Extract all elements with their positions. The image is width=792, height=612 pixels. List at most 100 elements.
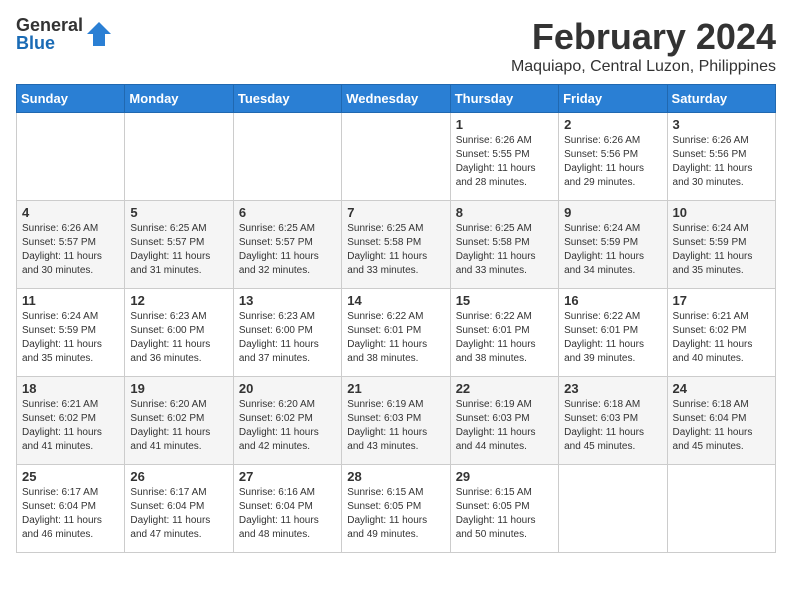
day-number: 8 — [456, 205, 553, 220]
day-info: Sunrise: 6:24 AM Sunset: 5:59 PM Dayligh… — [22, 310, 119, 366]
calendar-cell — [667, 465, 775, 553]
day-info: Sunrise: 6:17 AM Sunset: 6:04 PM Dayligh… — [22, 486, 119, 542]
day-info: Sunrise: 6:18 AM Sunset: 6:04 PM Dayligh… — [673, 398, 770, 454]
calendar-cell: 17Sunrise: 6:21 AM Sunset: 6:02 PM Dayli… — [667, 289, 775, 377]
day-number: 18 — [22, 381, 119, 396]
day-info: Sunrise: 6:26 AM Sunset: 5:56 PM Dayligh… — [564, 134, 661, 190]
calendar-cell: 18 Sunrise: 6:21 AM Sunset: 6:02 PM Dayli… — [17, 377, 125, 465]
calendar-cell — [342, 113, 450, 201]
calendar-cell: 14 Sunrise: 6:22 AM Sunset: 6:01 PM Dayli… — [342, 289, 450, 377]
day-number: 6 — [239, 205, 336, 220]
day-info: Sunrise: 6:24 AM Sunset: 5:59 PM Dayligh… — [564, 222, 661, 278]
calendar-cell: 29 Sunrise: 6:15 AM Sunset: 6:05 PM Dayli… — [450, 465, 558, 553]
calendar-cell — [125, 113, 233, 201]
day-info: Sunrise: 6:21 AM Sunset: 6:02 PM Dayligh… — [673, 310, 770, 366]
day-number: 12 — [130, 293, 227, 308]
day-number: 1 — [456, 117, 553, 132]
calendar-cell: 28Sunrise: 6:15 AM Sunset: 6:05 PM Dayli… — [342, 465, 450, 553]
calendar-cell: 5 Sunrise: 6:25 AM Sunset: 5:57 PM Daylig… — [125, 201, 233, 289]
day-info: Sunrise: 6:20 AM Sunset: 6:02 PM Dayligh… — [130, 398, 227, 454]
day-number: 27 — [239, 469, 336, 484]
location-title: Maquiapo, Central Luzon, Philippines — [511, 58, 776, 76]
col-header-thursday: Thursday — [450, 85, 558, 113]
day-info: Sunrise: 6:18 AM Sunset: 6:03 PM Dayligh… — [564, 398, 661, 454]
calendar-cell: 26 Sunrise: 6:17 AM Sunset: 6:04 PM Dayli… — [125, 465, 233, 553]
day-info: Sunrise: 6:20 AM Sunset: 6:02 PM Dayligh… — [239, 398, 336, 454]
month-title: February 2024 — [511, 16, 776, 58]
day-info: Sunrise: 6:16 AM Sunset: 6:04 PM Dayligh… — [239, 486, 336, 542]
logo: General Blue — [16, 16, 113, 52]
day-number: 25 — [22, 469, 119, 484]
day-number: 9 — [564, 205, 661, 220]
day-info: Sunrise: 6:24 AM Sunset: 5:59 PM Dayligh… — [673, 222, 770, 278]
day-info: Sunrise: 6:26 AM Sunset: 5:57 PM Dayligh… — [22, 222, 119, 278]
col-header-tuesday: Tuesday — [233, 85, 341, 113]
calendar-cell: 12Sunrise: 6:23 AM Sunset: 6:00 PM Dayli… — [125, 289, 233, 377]
day-info: Sunrise: 6:25 AM Sunset: 5:57 PM Dayligh… — [239, 222, 336, 278]
calendar-cell — [233, 113, 341, 201]
day-info: Sunrise: 6:15 AM Sunset: 6:05 PM Dayligh… — [456, 486, 553, 542]
calendar-cell: 11 Sunrise: 6:24 AM Sunset: 5:59 PM Dayli… — [17, 289, 125, 377]
day-info: Sunrise: 6:19 AM Sunset: 6:03 PM Dayligh… — [347, 398, 444, 454]
day-number: 21 — [347, 381, 444, 396]
calendar-table: SundayMondayTuesdayWednesdayThursdayFrid… — [16, 84, 776, 553]
calendar-cell: 8Sunrise: 6:25 AM Sunset: 5:58 PM Daylig… — [450, 201, 558, 289]
day-number: 24 — [673, 381, 770, 396]
calendar-cell: 6 Sunrise: 6:25 AM Sunset: 5:57 PM Daylig… — [233, 201, 341, 289]
logo-text: General Blue — [16, 16, 83, 52]
calendar-week-0: 1 Sunrise: 6:26 AM Sunset: 5:55 PM Daylig… — [17, 113, 776, 201]
calendar-week-2: 11 Sunrise: 6:24 AM Sunset: 5:59 PM Dayli… — [17, 289, 776, 377]
day-number: 16 — [564, 293, 661, 308]
day-number: 15 — [456, 293, 553, 308]
calendar-cell: 19 Sunrise: 6:20 AM Sunset: 6:02 PM Dayli… — [125, 377, 233, 465]
day-info: Sunrise: 6:23 AM Sunset: 6:00 PM Dayligh… — [239, 310, 336, 366]
calendar-cell: 24 Sunrise: 6:18 AM Sunset: 6:04 PM Dayli… — [667, 377, 775, 465]
calendar-cell — [559, 465, 667, 553]
calendar-cell: 27 Sunrise: 6:16 AM Sunset: 6:04 PM Dayli… — [233, 465, 341, 553]
col-header-friday: Friday — [559, 85, 667, 113]
day-info: Sunrise: 6:25 AM Sunset: 5:57 PM Dayligh… — [130, 222, 227, 278]
day-info: Sunrise: 6:22 AM Sunset: 6:01 PM Dayligh… — [347, 310, 444, 366]
day-number: 5 — [130, 205, 227, 220]
logo-blue: Blue — [16, 34, 83, 52]
day-number: 11 — [22, 293, 119, 308]
day-info: Sunrise: 6:26 AM Sunset: 5:56 PM Dayligh… — [673, 134, 770, 190]
col-header-saturday: Saturday — [667, 85, 775, 113]
day-number: 14 — [347, 293, 444, 308]
calendar-cell: 20 Sunrise: 6:20 AM Sunset: 6:02 PM Dayli… — [233, 377, 341, 465]
col-header-wednesday: Wednesday — [342, 85, 450, 113]
calendar-cell: 4Sunrise: 6:26 AM Sunset: 5:57 PM Daylig… — [17, 201, 125, 289]
calendar-cell: 16Sunrise: 6:22 AM Sunset: 6:01 PM Dayli… — [559, 289, 667, 377]
day-info: Sunrise: 6:17 AM Sunset: 6:04 PM Dayligh… — [130, 486, 227, 542]
title-section: February 2024 Maquiapo, Central Luzon, P… — [511, 16, 776, 76]
calendar-cell: 9 Sunrise: 6:24 AM Sunset: 5:59 PM Daylig… — [559, 201, 667, 289]
day-info: Sunrise: 6:22 AM Sunset: 6:01 PM Dayligh… — [456, 310, 553, 366]
day-number: 20 — [239, 381, 336, 396]
calendar-cell — [17, 113, 125, 201]
day-number: 10 — [673, 205, 770, 220]
calendar-cell: 7 Sunrise: 6:25 AM Sunset: 5:58 PM Daylig… — [342, 201, 450, 289]
day-number: 22 — [456, 381, 553, 396]
logo-icon — [85, 20, 113, 48]
page-header: General Blue February 2024 Maquiapo, Cen… — [16, 16, 776, 76]
calendar-cell: 23Sunrise: 6:18 AM Sunset: 6:03 PM Dayli… — [559, 377, 667, 465]
calendar-week-3: 18 Sunrise: 6:21 AM Sunset: 6:02 PM Dayli… — [17, 377, 776, 465]
calendar-cell: 3Sunrise: 6:26 AM Sunset: 5:56 PM Daylig… — [667, 113, 775, 201]
day-number: 13 — [239, 293, 336, 308]
calendar-cell: 15 Sunrise: 6:22 AM Sunset: 6:01 PM Dayli… — [450, 289, 558, 377]
calendar-cell: 22Sunrise: 6:19 AM Sunset: 6:03 PM Dayli… — [450, 377, 558, 465]
day-info: Sunrise: 6:21 AM Sunset: 6:02 PM Dayligh… — [22, 398, 119, 454]
day-number: 19 — [130, 381, 227, 396]
calendar-week-1: 4Sunrise: 6:26 AM Sunset: 5:57 PM Daylig… — [17, 201, 776, 289]
day-number: 7 — [347, 205, 444, 220]
calendar-cell: 10 Sunrise: 6:24 AM Sunset: 5:59 PM Dayli… — [667, 201, 775, 289]
day-number: 26 — [130, 469, 227, 484]
calendar-cell: 2 Sunrise: 6:26 AM Sunset: 5:56 PM Daylig… — [559, 113, 667, 201]
day-info: Sunrise: 6:26 AM Sunset: 5:55 PM Dayligh… — [456, 134, 553, 190]
day-number: 29 — [456, 469, 553, 484]
calendar-cell: 25 Sunrise: 6:17 AM Sunset: 6:04 PM Dayli… — [17, 465, 125, 553]
day-number: 2 — [564, 117, 661, 132]
calendar-header-row: SundayMondayTuesdayWednesdayThursdayFrid… — [17, 85, 776, 113]
day-info: Sunrise: 6:25 AM Sunset: 5:58 PM Dayligh… — [347, 222, 444, 278]
col-header-sunday: Sunday — [17, 85, 125, 113]
